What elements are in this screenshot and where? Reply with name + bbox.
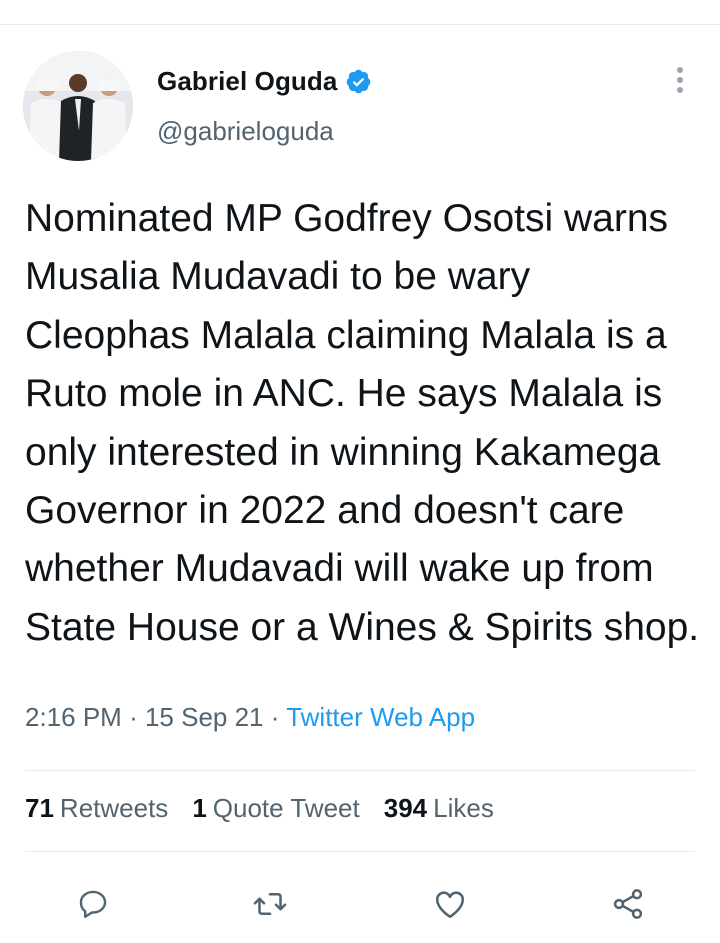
like-icon[interactable]	[426, 880, 474, 928]
tweet-stats: 71 Retweets 1 Quote Tweet 394 Likes	[25, 793, 518, 824]
avatar[interactable]	[23, 51, 133, 161]
author-handle[interactable]: @gabrieloguda	[157, 116, 334, 147]
divider	[25, 851, 695, 852]
author-name[interactable]: Gabriel Oguda	[157, 66, 337, 97]
verified-badge-icon	[345, 68, 372, 95]
more-options-icon[interactable]	[669, 64, 691, 100]
dot	[677, 67, 683, 73]
tweet-time[interactable]: 2:16 PM	[25, 702, 122, 732]
retweets-label: Retweets	[59, 793, 169, 823]
meta-separator: ·	[129, 702, 138, 732]
author-row: Gabriel Oguda	[157, 66, 372, 97]
tweet-date[interactable]: 15 Sep 21	[145, 702, 264, 732]
share-icon[interactable]	[604, 880, 652, 928]
tweet-meta: 2:16 PM · 15 Sep 21 · Twitter Web App	[25, 702, 475, 733]
avatar-photo	[23, 51, 133, 161]
action-bar	[0, 880, 720, 930]
dot	[677, 77, 683, 83]
retweet-icon[interactable]	[246, 880, 294, 928]
likes-count: 394	[383, 793, 428, 823]
dot	[677, 87, 683, 93]
likes-stat[interactable]: 394 Likes	[384, 793, 494, 824]
likes-label: Likes	[433, 793, 494, 823]
reply-icon[interactable]	[69, 880, 117, 928]
retweets-stat[interactable]: 71 Retweets	[25, 793, 168, 824]
retweets-count: 71	[25, 793, 54, 823]
quotes-count: 1	[192, 793, 207, 823]
top-divider	[0, 24, 720, 25]
meta-separator: ·	[270, 702, 280, 732]
tweet-text: Nominated MP Godfrey Osotsi warns Musali…	[25, 197, 700, 649]
quotes-label: Quote Tweet	[212, 793, 360, 823]
quotes-stat[interactable]: 1 Quote Tweet	[192, 793, 359, 824]
tweet-source-link[interactable]: Twitter Web App	[286, 702, 475, 732]
divider	[25, 770, 695, 771]
